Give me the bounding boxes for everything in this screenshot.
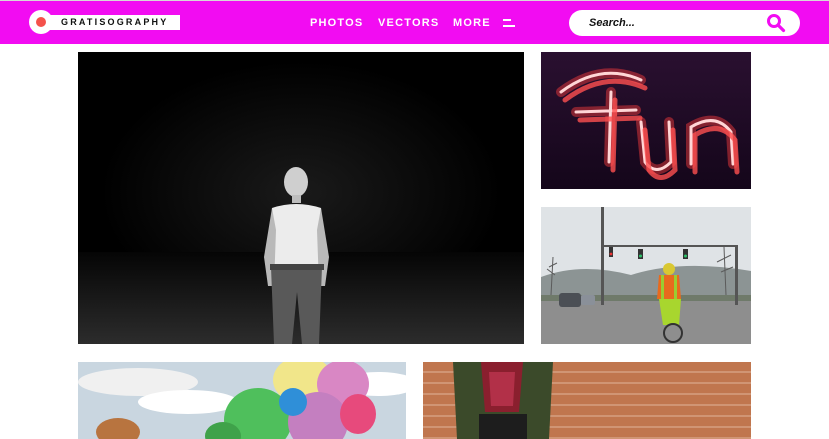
site-logo[interactable]: GRATISOGRAPHY: [29, 10, 181, 34]
nav-vectors-wrap: VECTORS: [378, 1, 439, 45]
gallery-photo-man[interactable]: [78, 52, 524, 344]
gallery-photo-balloons[interactable]: [78, 362, 406, 439]
photo-brickwall-image: [423, 362, 751, 439]
top-header: GRATISOGRAPHY PHOTOS VECTORS MORE: [0, 0, 829, 44]
nav-more-wrap: MORE: [453, 1, 516, 45]
nav-more-label: MORE: [453, 17, 491, 29]
nav-photos-wrap: PHOTOS: [310, 1, 363, 45]
search-input[interactable]: [589, 15, 759, 31]
search-icon[interactable]: [766, 13, 786, 33]
photo-cyclist-image: [541, 207, 751, 344]
hamburger-icon: [503, 19, 516, 28]
nav-more[interactable]: MORE: [453, 17, 516, 29]
search-box: [569, 10, 800, 36]
logo-text: GRATISOGRAPHY: [47, 14, 181, 30]
nav-vectors[interactable]: VECTORS: [378, 17, 439, 29]
logo-dot-icon: [29, 10, 53, 34]
gallery-photo-cyclist[interactable]: [541, 207, 751, 344]
photo-balloons-image: [78, 362, 406, 439]
gallery-photo-neon[interactable]: [541, 52, 751, 189]
photo-man-image: [78, 52, 524, 344]
nav-photos[interactable]: PHOTOS: [310, 17, 363, 29]
photo-neon-image: [541, 52, 751, 189]
gallery-photo-brickwall[interactable]: [423, 362, 751, 439]
